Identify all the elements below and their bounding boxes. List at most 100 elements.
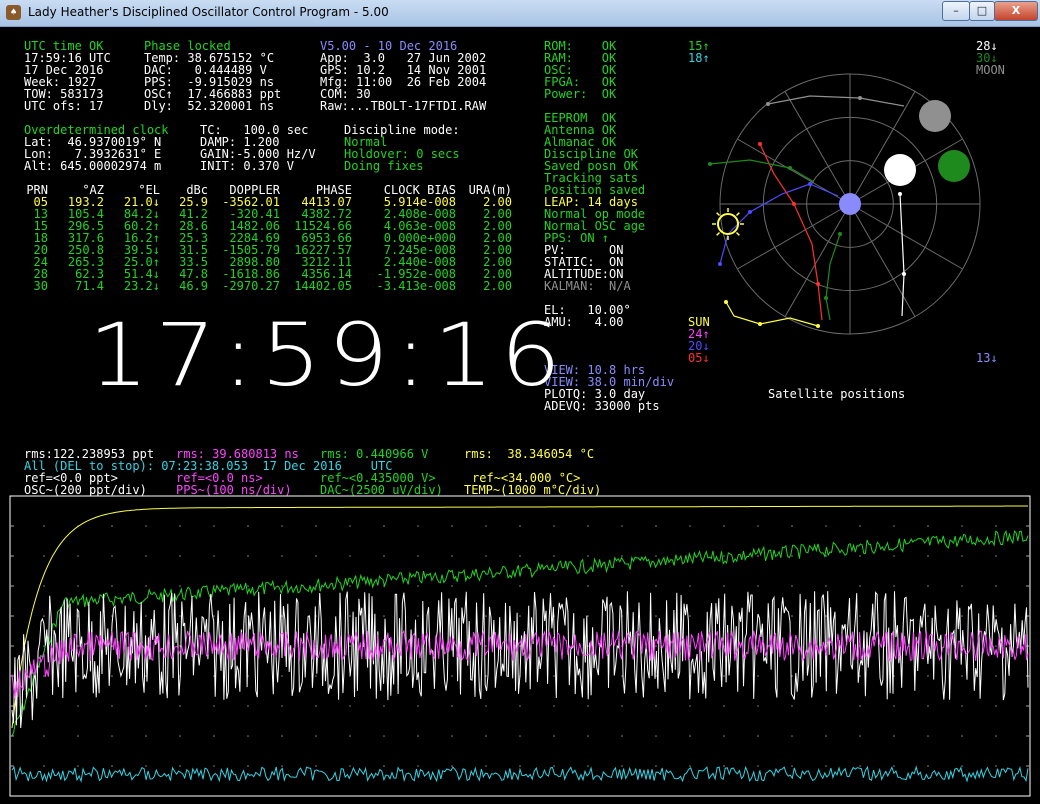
plot-area[interactable] xyxy=(9,495,1031,797)
plot-grid-dot xyxy=(519,555,521,557)
plot-grid-dot xyxy=(723,705,725,707)
plot-grid-dot xyxy=(145,555,147,557)
track-sat-20-point xyxy=(808,182,812,186)
plot-grid-dot xyxy=(723,585,725,587)
table-row-cell: 23.2↓ xyxy=(123,279,160,293)
plot-grid-dot xyxy=(553,735,555,737)
plot-grid-dot xyxy=(145,705,147,707)
track-sat-05-point xyxy=(758,142,762,146)
plot-grid-dot xyxy=(791,765,793,767)
plot-grid-dot xyxy=(213,615,215,617)
plot-grid-dot xyxy=(553,705,555,707)
plot-grid-dot xyxy=(111,735,113,737)
plot-grid-dot xyxy=(621,555,623,557)
title-bar[interactable]: ♠ Lady Heather's Disciplined Oscillator … xyxy=(0,0,1040,27)
plot-grid-dot xyxy=(485,645,487,647)
plot-grid-dot xyxy=(281,675,283,677)
plot-grid-dot xyxy=(485,525,487,527)
plot-grid-dot xyxy=(281,705,283,707)
plot-grid-dot xyxy=(281,735,283,737)
plot-grid-dot xyxy=(995,555,997,557)
plot-grid-dot xyxy=(145,765,147,767)
plot-grid-dot xyxy=(587,615,589,617)
plot-grid-dot xyxy=(621,525,623,527)
plot-grid-dot xyxy=(995,675,997,677)
plot-grid-dot xyxy=(43,765,45,767)
plot-grid-dot xyxy=(485,735,487,737)
plot-grid-dot xyxy=(553,585,555,587)
plot-grid-dot xyxy=(961,705,963,707)
plot-grid-dot xyxy=(417,765,419,767)
plot-grid-dot xyxy=(179,705,181,707)
plot-grid-dot xyxy=(791,615,793,617)
track-sun-yellow-point xyxy=(724,300,728,304)
sun-icon xyxy=(717,213,739,235)
sun-ray xyxy=(735,212,740,217)
plot-grid-dot xyxy=(179,735,181,737)
track-moon-gray-point xyxy=(858,96,862,100)
satellite-sky-map[interactable] xyxy=(690,73,1010,344)
plot-grid-dot xyxy=(961,675,963,677)
track-sat-30-point xyxy=(788,166,792,170)
sun-ray xyxy=(716,231,721,236)
plot-grid-dot xyxy=(655,585,657,587)
minimize-button[interactable]: – xyxy=(942,1,970,21)
plot-grid-dot xyxy=(689,765,691,767)
plot-grid-dot xyxy=(621,735,623,737)
plot-grid-dot xyxy=(723,555,725,557)
plot-grid-dot xyxy=(349,705,351,707)
plot-grid-dot xyxy=(417,615,419,617)
sat-30-marker xyxy=(938,150,970,182)
track-sun-yellow xyxy=(725,301,819,327)
plot-grid-dot xyxy=(927,615,929,617)
plot-grid-dot xyxy=(757,675,759,677)
track-sat-05-point xyxy=(816,282,820,286)
sky-moon: MOON xyxy=(976,63,1005,77)
plot-grid-dot xyxy=(281,555,283,557)
plot-grid-dot xyxy=(417,585,419,587)
plot-grid-dot xyxy=(927,675,929,677)
plot-grid-dot xyxy=(961,525,963,527)
maximize-button[interactable]: □ xyxy=(969,1,995,21)
table-row-cell: 71.4 xyxy=(75,279,104,293)
plot-grid-dot xyxy=(247,555,249,557)
plot-grid-dot xyxy=(43,675,45,677)
plot-grid-dot xyxy=(553,525,555,527)
plot-grid-dot xyxy=(859,735,861,737)
track-sat-13-point xyxy=(838,232,842,236)
sky-grid-spoke xyxy=(849,203,963,270)
plot-grid-dot xyxy=(825,735,827,737)
plot-grid-dot xyxy=(77,705,79,707)
plot-grid-dot xyxy=(791,585,793,587)
plot-grid-dot xyxy=(451,735,453,737)
plot-grid-dot xyxy=(315,765,317,767)
track-sun-yellow-point xyxy=(816,324,820,328)
plot-grid-dot xyxy=(791,525,793,527)
track-sat-20-point xyxy=(718,262,722,266)
plot-grid-dot xyxy=(43,705,45,707)
track-sat-28-point xyxy=(902,272,906,276)
plot-grid-dot xyxy=(111,705,113,707)
plot-grid-dot xyxy=(553,765,555,767)
plot-grid-dot xyxy=(995,705,997,707)
plot-grid-dot xyxy=(621,585,623,587)
plot-grid-dot xyxy=(213,555,215,557)
close-button[interactable]: X xyxy=(994,1,1038,21)
plot-grid-dot xyxy=(417,555,419,557)
sun-ray xyxy=(735,231,740,236)
plot-grid-dot xyxy=(587,555,589,557)
plot-grid-dot xyxy=(995,735,997,737)
plot-grid-dot xyxy=(587,585,589,587)
plot-grid-dot xyxy=(451,705,453,707)
plot-grid-dot xyxy=(77,735,79,737)
plot-grid-dot xyxy=(281,585,283,587)
plot-grid-dot xyxy=(281,525,283,527)
table-row-cell: 14402.05 xyxy=(294,279,352,293)
plot-grid-dot xyxy=(485,705,487,707)
plot-grid-dot xyxy=(723,735,725,737)
table-row-cell: -2970.27 xyxy=(222,279,280,293)
track-sun-yellow-point xyxy=(758,322,762,326)
plot-grid-dot xyxy=(655,645,657,647)
plot-grid-dot xyxy=(519,765,521,767)
plot-grid-dot xyxy=(961,615,963,617)
